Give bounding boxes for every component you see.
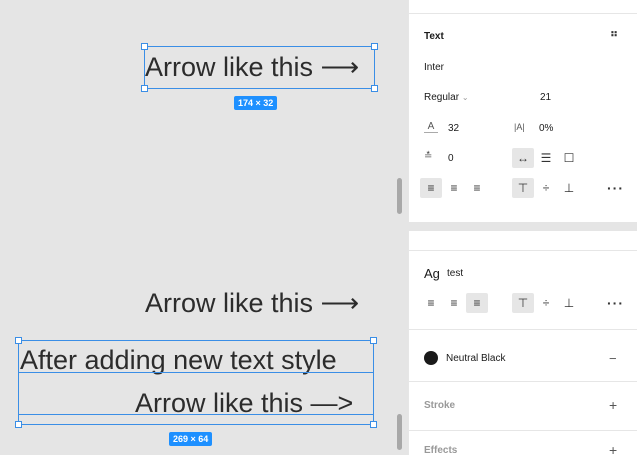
align-center-icon[interactable]: ≡: [443, 178, 465, 198]
resize-handle-tr[interactable]: [371, 43, 378, 50]
divider: [409, 329, 637, 330]
more-options-icon[interactable]: ···: [607, 180, 624, 196]
letter-spacing-icon: |A|: [514, 122, 525, 132]
auto-height-icon[interactable]: ☰: [535, 148, 557, 168]
fixed-size-icon[interactable]: ☐: [558, 148, 580, 168]
line-height-input[interactable]: 32: [448, 123, 459, 134]
selection-box-top[interactable]: [144, 46, 375, 89]
align-middle-icon[interactable]: ÷: [535, 293, 557, 313]
line-height-icon: A: [424, 122, 438, 133]
align-right-icon[interactable]: ≡: [466, 293, 488, 313]
text-node-middle[interactable]: Arrow like this ⟶: [145, 288, 359, 319]
divider: [409, 430, 637, 431]
align-bottom-icon[interactable]: ⊥: [558, 293, 580, 313]
design-canvas[interactable]: Arrow like this ⟶ 174 × 32 Arrow like th…: [0, 0, 408, 455]
add-stroke-icon[interactable]: +: [609, 398, 617, 412]
panel-top-strip: [409, 0, 637, 14]
stroke-label: Stroke: [424, 400, 456, 411]
text-properties-panel: Text ⠶ Inter Regular ⌄ 21 A 32 |A| 0% ≛ …: [408, 0, 637, 222]
text-style-preview: Ag: [424, 266, 440, 281]
align-right-icon[interactable]: ≡: [466, 178, 488, 198]
align-left-icon[interactable]: ≡: [420, 178, 442, 198]
add-effect-icon[interactable]: +: [609, 443, 617, 455]
align-top-icon[interactable]: ⊤: [512, 293, 534, 313]
more-options-icon[interactable]: ···: [607, 295, 624, 311]
paragraph-spacing-icon: ≛: [424, 151, 433, 162]
text-style-name[interactable]: test: [447, 268, 463, 279]
baseline-guide: [18, 372, 374, 373]
align-top-icon[interactable]: ⊤: [512, 178, 534, 198]
align-middle-icon[interactable]: ÷: [535, 178, 557, 198]
fill-color-swatch[interactable]: [424, 351, 438, 365]
dimension-badge-top: 174 × 32: [234, 96, 278, 110]
divider: [409, 381, 637, 382]
letter-spacing-input[interactable]: 0%: [539, 123, 553, 134]
resize-handle-br[interactable]: [371, 85, 378, 92]
paragraph-spacing-input[interactable]: 0: [448, 153, 454, 164]
font-weight-value: Regular: [424, 92, 460, 103]
selection-box-bottom[interactable]: [18, 340, 374, 425]
auto-width-icon[interactable]: ↔: [512, 148, 534, 168]
align-left-icon[interactable]: ≡: [420, 293, 442, 313]
chevron-down-icon: ⌄: [461, 93, 469, 102]
resize-handle-tr[interactable]: [370, 337, 377, 344]
canvas-scrollbar-bottom[interactable]: [397, 414, 402, 450]
align-bottom-icon[interactable]: ⊥: [558, 178, 580, 198]
effects-label: Effects: [424, 445, 458, 455]
baseline-guide-2: [18, 414, 374, 415]
resize-handle-bl[interactable]: [15, 421, 22, 428]
font-family-select[interactable]: Inter: [424, 62, 444, 73]
divider: [409, 250, 637, 251]
resize-handle-tl[interactable]: [15, 337, 22, 344]
app-window: Arrow like this ⟶ 174 × 32 Arrow like th…: [0, 0, 637, 455]
resize-handle-bl[interactable]: [141, 85, 148, 92]
style-grid-icon[interactable]: ⠶: [610, 27, 619, 40]
section-title-text: Text: [424, 31, 444, 42]
align-center-icon[interactable]: ≡: [443, 293, 465, 313]
canvas-scrollbar-top[interactable]: [397, 178, 402, 214]
font-weight-select[interactable]: Regular ⌄: [424, 92, 469, 103]
resize-handle-br[interactable]: [370, 421, 377, 428]
remove-fill-icon[interactable]: −: [609, 352, 617, 365]
resize-handle-tl[interactable]: [141, 43, 148, 50]
dimension-badge-bottom: 269 × 64: [169, 432, 213, 446]
font-size-input[interactable]: 21: [540, 92, 551, 103]
fill-style-name[interactable]: Neutral Black: [446, 353, 505, 364]
style-properties-panel: Ag test ≡ ≡ ≡ ⊤ ÷ ⊥ ··· Neutral Black − …: [408, 231, 637, 455]
